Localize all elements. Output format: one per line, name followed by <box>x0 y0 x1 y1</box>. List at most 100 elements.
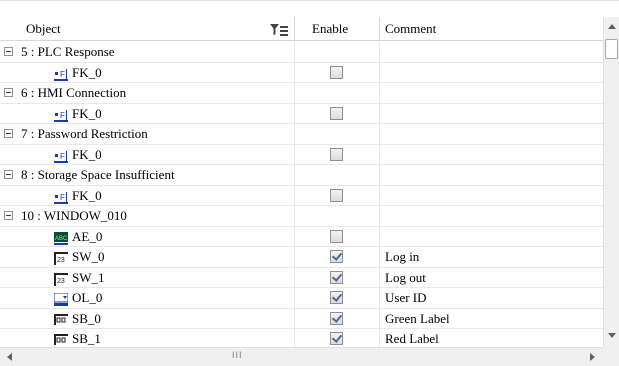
object-cell[interactable]: F FK_0 <box>0 104 294 124</box>
object-label: FK_0 <box>72 146 102 162</box>
enable-cell <box>294 308 379 329</box>
comment-text: Log in <box>385 249 420 264</box>
object-cell[interactable]: OL_0 <box>0 288 294 308</box>
object-cell[interactable]: F FK_0 <box>0 145 294 165</box>
comment-text: Red Label <box>385 331 439 346</box>
column-header-row: Object Enable Comment <box>0 17 603 41</box>
scrollbar-corner <box>603 347 619 366</box>
comment-cell[interactable] <box>379 206 603 226</box>
group-label: 5 : PLC Response <box>21 44 115 59</box>
comment-cell[interactable] <box>379 62 603 83</box>
scroll-grip[interactable]: III <box>232 350 243 360</box>
object-cell[interactable]: 10 : WINDOW_010 <box>0 206 294 226</box>
enable-checkbox[interactable] <box>330 291 343 304</box>
object-label: SW_1 <box>72 269 105 285</box>
object-row[interactable]: SB_0 Green Label <box>0 308 603 329</box>
object-row[interactable]: 23 SW_1 Log out <box>0 267 603 288</box>
column-header-comment[interactable]: Comment <box>379 17 603 41</box>
collapse-toggle-icon[interactable] <box>4 170 13 179</box>
vertical-scrollbar[interactable] <box>603 17 619 347</box>
collapse-toggle-icon[interactable] <box>4 129 13 138</box>
comment-cell[interactable] <box>379 144 603 165</box>
object-cell[interactable]: ABC AE_0 <box>0 227 294 247</box>
comment-cell[interactable] <box>379 165 603 185</box>
object-cell[interactable]: F FK_0 <box>0 186 294 206</box>
object-row[interactable]: F FK_0 <box>0 185 603 206</box>
enable-checkbox[interactable] <box>330 188 343 202</box>
object-row[interactable]: F FK_0 <box>0 144 603 165</box>
scroll-right-arrow-icon[interactable] <box>590 353 595 361</box>
svg-text:F: F <box>60 111 65 120</box>
object-row[interactable]: ABC AE_0 <box>0 226 603 247</box>
group-label: 6 : HMI Connection <box>21 85 127 100</box>
filter-icon[interactable] <box>269 23 289 37</box>
enable-cell <box>294 267 379 288</box>
object-cell[interactable]: 23 SW_1 <box>0 268 294 288</box>
horizontal-scrollbar[interactable]: III <box>0 347 603 366</box>
object-row[interactable]: OL_0 User ID <box>0 288 603 309</box>
object-cell[interactable]: SB_0 <box>0 309 294 329</box>
group-row[interactable]: 5 : PLC Response <box>0 42 603 63</box>
object-cell[interactable]: 6 : HMI Connection <box>0 83 294 103</box>
object-row[interactable]: F FK_0 <box>0 62 603 83</box>
object-list-grid: Object Enable Comment 5 : PLC Response F F… <box>0 0 619 366</box>
object-cell[interactable]: 5 : PLC Response <box>0 42 294 62</box>
enable-checkbox[interactable] <box>330 65 343 79</box>
group-row[interactable]: 7 : Password Restriction <box>0 124 603 145</box>
comment-cell[interactable]: Red Label <box>379 329 603 347</box>
object-row[interactable]: 23 SW_0 Log in <box>0 247 603 268</box>
vertical-scroll-thumb[interactable] <box>605 39 618 59</box>
object-cell[interactable]: F FK_0 <box>0 63 294 83</box>
enable-cell <box>294 288 379 308</box>
group-row[interactable]: 8 : Storage Space Insufficient <box>0 165 603 186</box>
object-row[interactable]: F FK_0 <box>0 103 603 124</box>
comment-cell[interactable]: Log out <box>379 267 603 288</box>
comment-cell[interactable] <box>379 103 603 124</box>
comment-cell[interactable] <box>379 83 603 103</box>
enable-checkbox[interactable] <box>330 311 343 325</box>
object-label: SW_0 <box>72 249 105 264</box>
column-header-object[interactable]: Object <box>12 17 295 41</box>
enable-checkbox[interactable] <box>330 229 343 243</box>
enable-checkbox[interactable] <box>330 147 343 161</box>
collapse-toggle-icon[interactable] <box>4 88 13 97</box>
object-row[interactable]: SB_1 Red Label <box>0 329 603 347</box>
enable-checkbox[interactable] <box>330 250 343 263</box>
object-label: FK_0 <box>72 187 102 203</box>
comment-cell[interactable]: User ID <box>379 288 603 308</box>
comment-text: Log out <box>385 269 426 285</box>
comment-cell[interactable] <box>379 42 603 62</box>
collapse-toggle-icon[interactable] <box>4 47 13 56</box>
option-list-icon <box>53 292 69 306</box>
function-key-icon: F <box>54 67 68 81</box>
object-cell[interactable]: 23 SW_0 <box>0 247 294 267</box>
object-cell[interactable]: 7 : Password Restriction <box>0 124 294 144</box>
comment-cell[interactable]: Green Label <box>379 308 603 329</box>
group-row[interactable]: 6 : HMI Connection <box>0 83 603 104</box>
enable-cell <box>294 124 379 144</box>
enable-checkbox[interactable] <box>330 106 343 120</box>
object-cell[interactable]: 8 : Storage Space Insufficient <box>0 165 294 185</box>
function-key-icon: F <box>54 108 68 122</box>
object-label: SB_1 <box>72 331 101 346</box>
enable-cell <box>294 144 379 165</box>
svg-text:F: F <box>60 193 65 202</box>
enable-checkbox[interactable] <box>330 332 343 345</box>
comment-cell[interactable] <box>379 185 603 206</box>
comment-cell[interactable]: Log in <box>379 247 603 267</box>
enable-checkbox[interactable] <box>330 270 343 284</box>
ascii-entry-icon: ABC <box>54 231 68 245</box>
slide-button-icon <box>54 333 68 346</box>
group-row[interactable]: 10 : WINDOW_010 <box>0 206 603 227</box>
comment-cell[interactable] <box>379 226 603 247</box>
collapse-toggle-icon[interactable] <box>4 211 13 220</box>
scroll-left-arrow-icon[interactable] <box>7 353 12 361</box>
object-cell[interactable]: SB_1 <box>0 329 294 347</box>
enable-cell <box>294 329 379 347</box>
comment-cell[interactable] <box>379 124 603 144</box>
column-header-enable[interactable]: Enable <box>294 17 379 41</box>
object-label: FK_0 <box>72 105 102 121</box>
scroll-down-arrow-icon[interactable] <box>608 333 616 338</box>
scroll-up-arrow-icon[interactable] <box>608 24 616 29</box>
slide-button-icon <box>54 313 68 326</box>
